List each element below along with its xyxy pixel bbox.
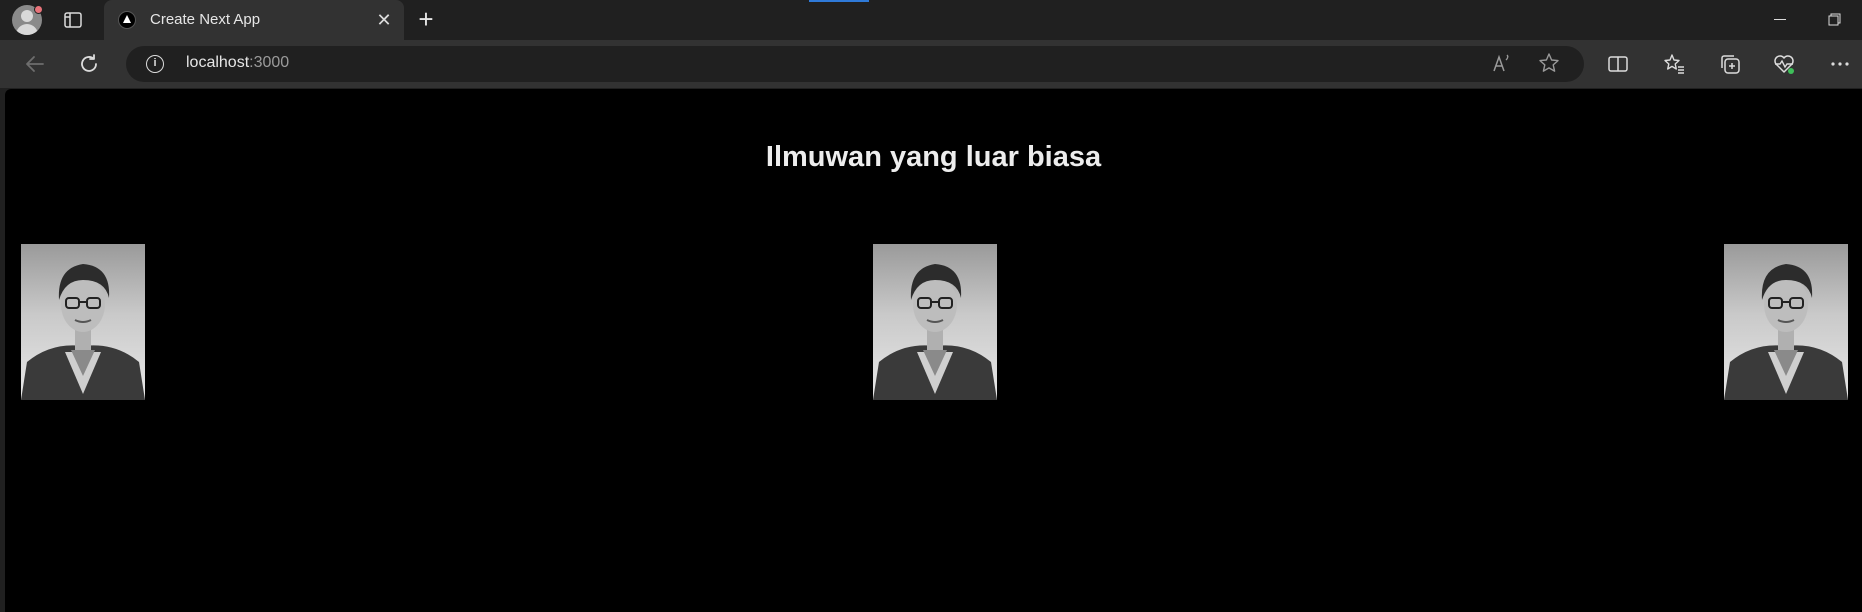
tab-strip: Create Next App ✕ +	[0, 0, 1862, 40]
back-arrow-icon[interactable]	[23, 52, 47, 76]
scientist-photo	[21, 244, 145, 400]
drag-indicator	[809, 0, 869, 2]
avatar-body	[16, 24, 38, 35]
refresh-icon[interactable]	[77, 52, 101, 76]
page-viewport: Ilmuwan yang luar biasa	[5, 89, 1862, 612]
favorites-icon[interactable]	[1662, 52, 1686, 76]
new-tab-button[interactable]: +	[414, 6, 438, 32]
tab-active[interactable]: Create Next App ✕	[104, 0, 404, 40]
collections-icon[interactable]	[1718, 52, 1742, 76]
url-host: localhost	[186, 54, 250, 71]
tab-actions-icon[interactable]	[63, 10, 83, 30]
url-text[interactable]: localhost:3000	[186, 54, 289, 72]
close-tab-icon[interactable]: ✕	[374, 10, 394, 30]
tab-title: Create Next App	[150, 11, 261, 28]
scientist-photo	[1724, 244, 1848, 400]
address-bar[interactable]: i localhost:3000	[126, 46, 1584, 82]
nextjs-favicon-icon	[118, 11, 136, 29]
restore-button[interactable]	[1822, 10, 1846, 30]
url-port: :3000	[249, 54, 290, 71]
heart-pulse-icon[interactable]	[1772, 52, 1796, 76]
read-aloud-icon[interactable]	[1492, 54, 1514, 74]
star-icon[interactable]	[1538, 52, 1560, 74]
minimize-button[interactable]	[1768, 10, 1792, 30]
profile-notification-dot	[34, 5, 43, 14]
split-screen-icon[interactable]	[1606, 52, 1630, 76]
scientist-photo	[873, 244, 997, 400]
info-icon[interactable]: i	[146, 55, 164, 73]
browser-toolbar: i localhost:3000	[0, 40, 1862, 88]
page-heading: Ilmuwan yang luar biasa	[765, 141, 1102, 173]
browser-window: Create Next App ✕ + i localhost:3000 Ilm…	[0, 0, 1862, 612]
avatar-head	[21, 10, 33, 22]
more-dots-icon[interactable]	[1828, 52, 1852, 76]
